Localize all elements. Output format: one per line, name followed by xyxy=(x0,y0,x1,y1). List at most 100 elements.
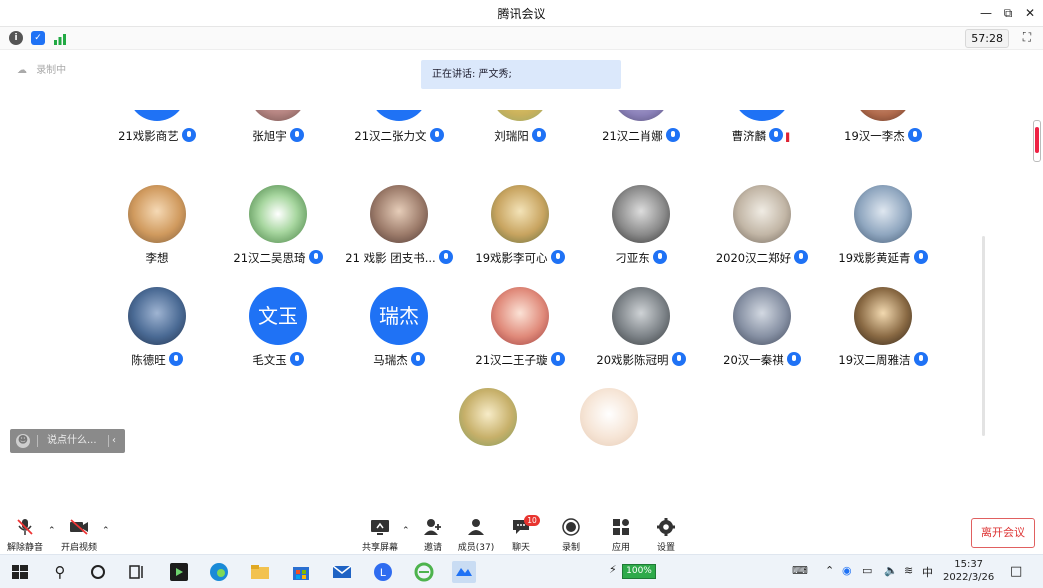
share-screen-label: 共享屏幕 xyxy=(361,543,398,553)
wifi-icon[interactable]: ≋ xyxy=(904,564,913,577)
participant-tile[interactable]: 力文 21汉二张力文 xyxy=(339,110,459,153)
mail-icon[interactable] xyxy=(331,561,353,583)
settings-button[interactable]: 设置 xyxy=(643,518,689,553)
participant-tile[interactable]: 济麟 曹济麟 ▌ xyxy=(702,110,822,153)
share-options-chevron-icon[interactable]: ⌃ xyxy=(402,526,410,536)
video-options-chevron-icon[interactable]: ⌃ xyxy=(102,526,110,536)
ie-browser-icon[interactable] xyxy=(413,561,435,583)
microphone-icon xyxy=(794,250,809,264)
avatar: 商艺 xyxy=(128,110,186,121)
security-shield-icon[interactable]: ✓ xyxy=(31,31,45,45)
svg-text:L: L xyxy=(380,567,386,579)
chat-placeholder: 说点什么... xyxy=(47,435,97,446)
apps-button[interactable]: 应用 xyxy=(598,518,644,553)
battery-tray-icon[interactable]: ▭ xyxy=(862,564,872,577)
windows-start-icon[interactable] xyxy=(9,561,31,583)
participant-tile[interactable]: 刁亚东 xyxy=(581,185,701,275)
microphone-icon xyxy=(665,128,680,142)
participant-tile[interactable]: 2020汉二郑好 xyxy=(702,185,822,275)
record-icon xyxy=(562,518,580,536)
participant-name: 21汉二肖娜 xyxy=(602,129,663,143)
unmute-button[interactable]: 解除静音 xyxy=(2,518,48,553)
participant-tile[interactable]: 19汉二周雅洁 xyxy=(823,287,943,377)
participant-tile[interactable]: 21汉二肖娜 xyxy=(581,110,701,153)
members-button[interactable]: 成员(37) xyxy=(453,518,499,553)
avatar xyxy=(733,287,791,345)
input-method-indicator[interactable]: 中 xyxy=(922,564,933,580)
chat-input[interactable]: ☻ 说点什么... ‹ xyxy=(10,429,125,453)
participant-name: 张旭宇 xyxy=(252,129,287,143)
participant-tile[interactable]: 19戏影李可心 xyxy=(460,185,580,275)
lark-app-icon[interactable]: L xyxy=(372,561,394,583)
system-clock[interactable]: 15:37 2022/3/26 xyxy=(943,558,994,584)
notification-icon[interactable]: □ xyxy=(1010,564,1022,579)
participant-name: 陈德旺 xyxy=(131,353,166,367)
keyboard-icon[interactable]: ⌨ xyxy=(792,564,808,577)
fullscreen-icon[interactable]: ⛶ xyxy=(1020,30,1034,44)
right-scrollbar[interactable] xyxy=(1033,120,1041,162)
tencent-meeting-app-icon[interactable] xyxy=(452,561,476,583)
participant-tile[interactable]: 瑞杰 马瑞杰 xyxy=(339,287,459,377)
video-off-icon xyxy=(70,519,88,535)
participant-name: 21汉二吴思琦 xyxy=(233,251,306,265)
members-icon xyxy=(468,519,484,535)
participant-name: 20汉一秦祺 xyxy=(723,353,784,367)
microphone-icon xyxy=(907,128,922,142)
start-video-button[interactable]: 开启视频 xyxy=(56,518,102,553)
tray-app-icon[interactable]: ◉ xyxy=(842,564,852,577)
participant-tile[interactable]: 刘瑞阳 xyxy=(460,110,580,153)
participant-tile[interactable]: 20戏影陈冠明 xyxy=(581,287,701,377)
microphone-icon xyxy=(531,128,546,142)
participant-tile[interactable]: 商艺 21戏影商艺 xyxy=(97,110,217,153)
edge-browser-icon[interactable] xyxy=(208,561,230,583)
gear-icon xyxy=(657,518,675,536)
participant-tile[interactable]: 陈德旺 xyxy=(97,287,217,377)
participant-tile[interactable]: 19汉一李杰 xyxy=(823,110,943,153)
grid-scrollbar[interactable] xyxy=(982,236,985,436)
leave-meeting-button[interactable]: 离开会议 xyxy=(971,518,1035,548)
avatar xyxy=(128,185,186,243)
audio-options-chevron-icon[interactable]: ⌃ xyxy=(48,526,56,536)
restore-icon[interactable]: ⧉ xyxy=(998,3,1018,23)
microphone-icon xyxy=(438,250,453,264)
search-icon[interactable]: ⚲ xyxy=(49,561,71,583)
share-screen-button[interactable]: 共享屏幕 xyxy=(357,518,403,553)
microphone-icon xyxy=(913,250,928,264)
info-icon[interactable]: i xyxy=(9,31,23,45)
volume-icon[interactable]: 🔈 xyxy=(884,564,898,577)
participant-tile[interactable]: 李想 xyxy=(97,185,217,275)
participant-name: 李想 xyxy=(145,251,169,265)
minimize-icon[interactable]: — xyxy=(976,3,996,23)
avatar xyxy=(128,287,186,345)
participant-tile[interactable] xyxy=(549,388,669,478)
store-icon[interactable] xyxy=(290,561,312,583)
avatar xyxy=(249,185,307,243)
participant-tile[interactable]: 张旭宇 xyxy=(218,110,338,153)
participant-tile[interactable]: 21 戏影 团支书... xyxy=(339,185,459,275)
microphone-icon xyxy=(429,128,444,142)
speaking-banner: 正在讲话: 严文秀; xyxy=(421,60,621,89)
participant-tile[interactable]: 20汉一秦祺 xyxy=(702,287,822,377)
microphone-icon xyxy=(550,250,565,264)
task-view-icon[interactable] xyxy=(126,561,148,583)
show-hidden-icons-chevron[interactable]: ⌃ xyxy=(825,564,834,577)
collapse-chevron-icon[interactable]: ‹ xyxy=(112,429,116,453)
participant-tile[interactable] xyxy=(428,388,548,478)
avatar: 力文 xyxy=(370,110,428,121)
participant-tile[interactable]: 文玉 毛文玉 xyxy=(218,287,338,377)
clock-date: 2022/3/26 xyxy=(943,572,995,583)
record-label: 录制 xyxy=(561,543,580,553)
emoji-icon[interactable]: ☻ xyxy=(16,434,30,448)
close-icon[interactable]: ✕ xyxy=(1020,3,1040,23)
participant-tile[interactable]: 21汉二吴思琦 xyxy=(218,185,338,275)
invite-button[interactable]: 邀请 xyxy=(410,518,456,553)
file-explorer-icon[interactable] xyxy=(249,561,271,583)
record-button[interactable]: 录制 xyxy=(548,518,594,553)
avatar xyxy=(612,110,670,121)
participant-tile[interactable]: 21汉二王子璇 xyxy=(460,287,580,377)
signal-icon[interactable] xyxy=(53,31,67,45)
recording-label: 录制中 xyxy=(36,65,67,76)
participant-tile[interactable]: 19戏影黄延青 xyxy=(823,185,943,275)
cortana-icon[interactable] xyxy=(87,561,109,583)
media-player-app-icon[interactable] xyxy=(168,561,190,583)
